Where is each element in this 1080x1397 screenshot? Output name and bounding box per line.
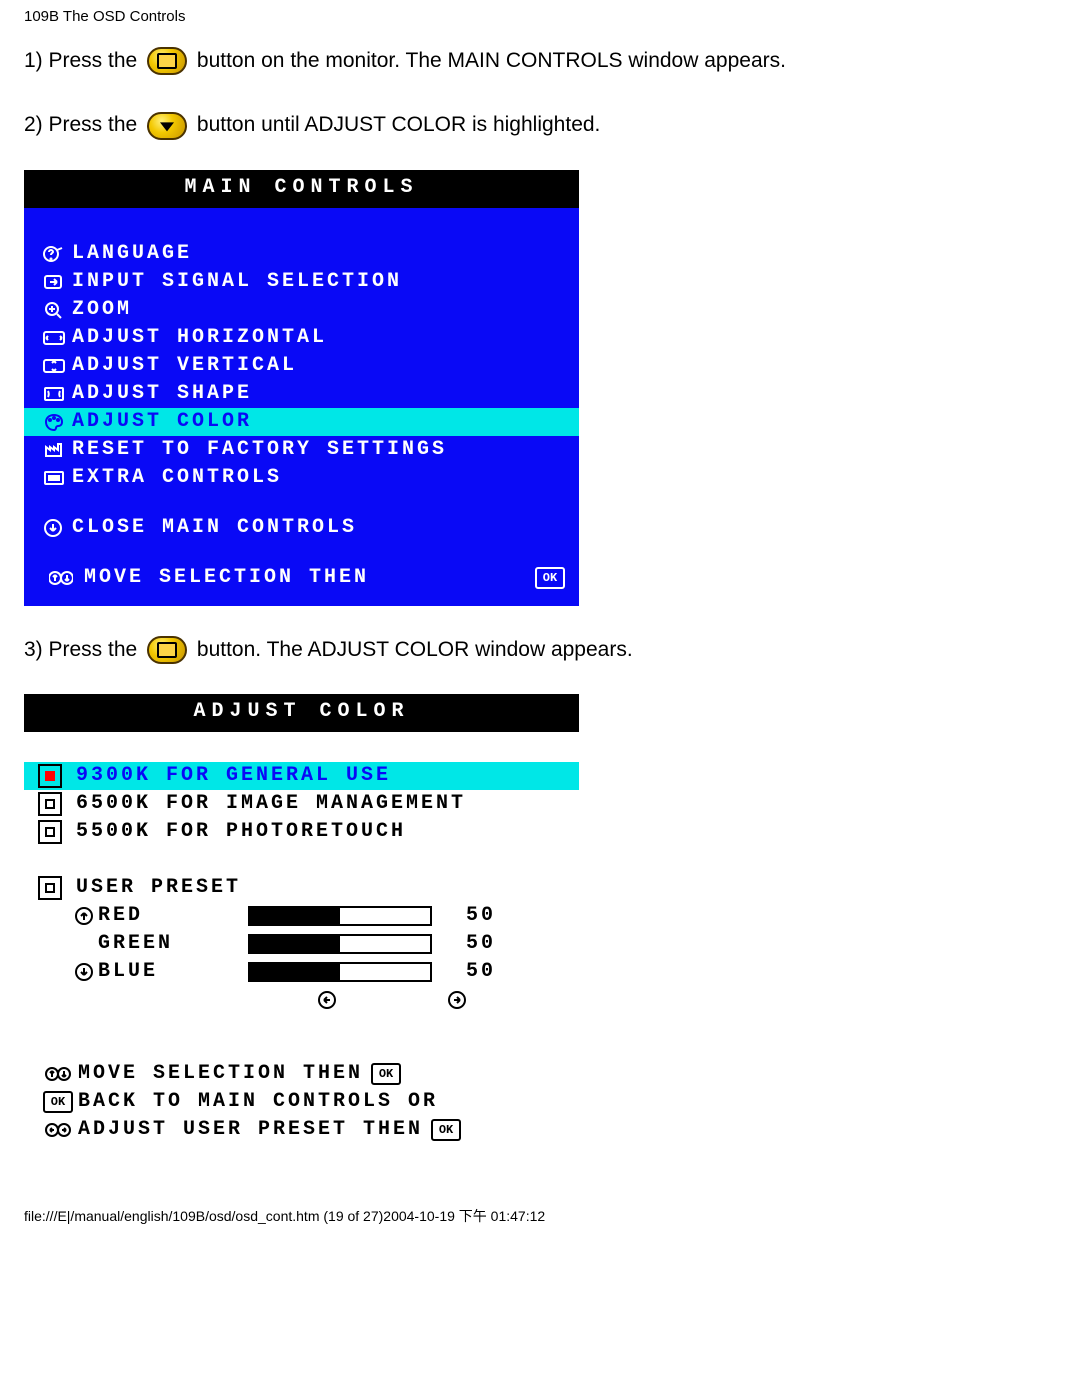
updown-icon (38, 1064, 78, 1084)
menu-item-label: ADJUST COLOR (72, 408, 565, 436)
close-main-controls[interactable]: CLOSE MAIN CONTROLS (24, 514, 579, 542)
color-option-label: 6500K FOR IMAGE MANAGEMENT (76, 790, 466, 818)
ac-footer-1: MOVE SELECTION THEN OK (34, 1060, 569, 1088)
radio-icon (38, 876, 62, 900)
question-icon (38, 244, 72, 264)
ac-footer-2-text: BACK TO MAIN CONTROLS OR (78, 1088, 438, 1116)
rgb-value: 50 (446, 902, 496, 930)
rgb-bar (248, 962, 432, 982)
ok-button-icon (147, 636, 187, 664)
arrows-v-icon (38, 356, 72, 376)
factory-icon (38, 440, 72, 460)
palette-icon (38, 412, 72, 432)
menu-item[interactable]: EXTRA CONTROLS (24, 464, 579, 492)
step-1-text-b: button on the monitor. The MAIN CONTROLS… (197, 49, 786, 72)
list-icon (38, 468, 72, 488)
adjust-color-title: ADJUST COLOR (24, 694, 579, 732)
step-3-text-a: 3) Press the (24, 638, 143, 661)
arrow-box-icon (38, 272, 72, 292)
menu-item[interactable]: ADJUST VERTICAL (24, 352, 579, 380)
ac-footer-3: ADJUST USER PRESET THEN OK (34, 1116, 569, 1144)
leftright-icon (38, 1120, 78, 1140)
ok-indicator-icon: OK (371, 1063, 401, 1085)
rgb-name: BLUE (98, 958, 248, 986)
rgb-row[interactable]: BLUE 50 (24, 958, 579, 986)
ok-button-icon (147, 47, 187, 75)
radio-icon (38, 792, 62, 816)
step-1: 1) Press the button on the monitor. The … (0, 29, 1080, 93)
ok-indicator-icon: OK (535, 567, 565, 589)
rgb-bar (248, 934, 432, 954)
user-preset-label: USER PRESET (76, 874, 241, 902)
color-option-label: 9300K FOR GENERAL USE (76, 762, 391, 790)
rgb-value: 50 (446, 958, 496, 986)
user-preset-row[interactable]: USER PRESET (24, 874, 579, 902)
rgb-row[interactable]: RED 50 (24, 902, 579, 930)
ok-indicator-icon: OK (431, 1119, 461, 1141)
menu-item-label: ADJUST SHAPE (72, 380, 565, 408)
menu-item[interactable]: INPUT SIGNAL SELECTION (24, 268, 579, 296)
menu-item[interactable]: RESET TO FACTORY SETTINGS (24, 436, 579, 464)
step-2-text-a: 2) Press the (24, 113, 143, 136)
menu-item-label: ADJUST HORIZONTAL (72, 324, 565, 352)
menu-item-label: INPUT SIGNAL SELECTION (72, 268, 565, 296)
step-2: 2) Press the button until ADJUST COLOR i… (0, 93, 1080, 157)
left-right-row (24, 986, 579, 1030)
close-label: CLOSE MAIN CONTROLS (72, 514, 565, 542)
rgb-row[interactable]: GREEN 50 (24, 930, 579, 958)
ac-footer-3-text: ADJUST USER PRESET THEN (78, 1116, 423, 1144)
step-3-text-b: button. The ADJUST COLOR window appears. (197, 638, 633, 661)
menu-item-label: ZOOM (72, 296, 565, 324)
page-header: 109B The OSD Controls (0, 0, 1080, 29)
radio-icon (38, 764, 62, 788)
down-button-icon (147, 112, 187, 140)
adjust-color-window: ADJUST COLOR 9300K FOR GENERAL USE6500K … (24, 694, 579, 1146)
menu-item[interactable]: ADJUST COLOR (24, 408, 579, 436)
arrows-h-icon (38, 328, 72, 348)
rgb-bar (248, 906, 432, 926)
color-option[interactable]: 5500K FOR PHOTORETOUCH (24, 818, 579, 846)
color-option-label: 5500K FOR PHOTORETOUCH (76, 818, 406, 846)
rgb-name: RED (98, 902, 248, 930)
menu-item-label: ADJUST VERTICAL (72, 352, 565, 380)
main-controls-title: MAIN CONTROLS (24, 170, 579, 208)
color-option[interactable]: 6500K FOR IMAGE MANAGEMENT (24, 790, 579, 818)
step-3: 3) Press the button. The ADJUST COLOR wi… (0, 618, 1080, 682)
menu-item[interactable]: ADJUST HORIZONTAL (24, 324, 579, 352)
color-option[interactable]: 9300K FOR GENERAL USE (24, 762, 579, 790)
menu-item-label: LANGUAGE (72, 240, 565, 268)
ac-footer-1-text: MOVE SELECTION THEN (78, 1060, 363, 1088)
main-controls-footer: MOVE SELECTION THEN OK (24, 564, 579, 592)
step-2-text-b: button until ADJUST COLOR is highlighted… (197, 113, 600, 136)
up-icon (70, 906, 98, 926)
down-icon (38, 518, 72, 538)
rgb-value: 50 (446, 930, 496, 958)
rgb-name: GREEN (98, 930, 248, 958)
menu-item[interactable]: ZOOM (24, 296, 579, 324)
ac-footer-2: OK BACK TO MAIN CONTROLS OR (34, 1088, 569, 1116)
main-controls-window: MAIN CONTROLS LANGUAGEINPUT SIGNAL SELEC… (24, 170, 579, 606)
menu-item-label: EXTRA CONTROLS (72, 464, 565, 492)
menu-item[interactable]: ADJUST SHAPE (24, 380, 579, 408)
page-footer: file:///E|/manual/english/109B/osd/osd_c… (0, 1158, 1080, 1238)
footer-text: MOVE SELECTION THEN (84, 564, 527, 592)
menu-item-label: RESET TO FACTORY SETTINGS (72, 436, 565, 464)
menu-item[interactable]: LANGUAGE (24, 240, 579, 268)
step-1-text-a: 1) Press the (24, 49, 143, 72)
left-icon (317, 990, 337, 1020)
down-icon (70, 962, 98, 982)
ok-box-icon: OK (38, 1091, 78, 1113)
zoom-icon (38, 300, 72, 320)
updown-icon (38, 568, 84, 588)
shape-icon (38, 384, 72, 404)
radio-icon (38, 820, 62, 844)
right-icon (447, 990, 467, 1020)
